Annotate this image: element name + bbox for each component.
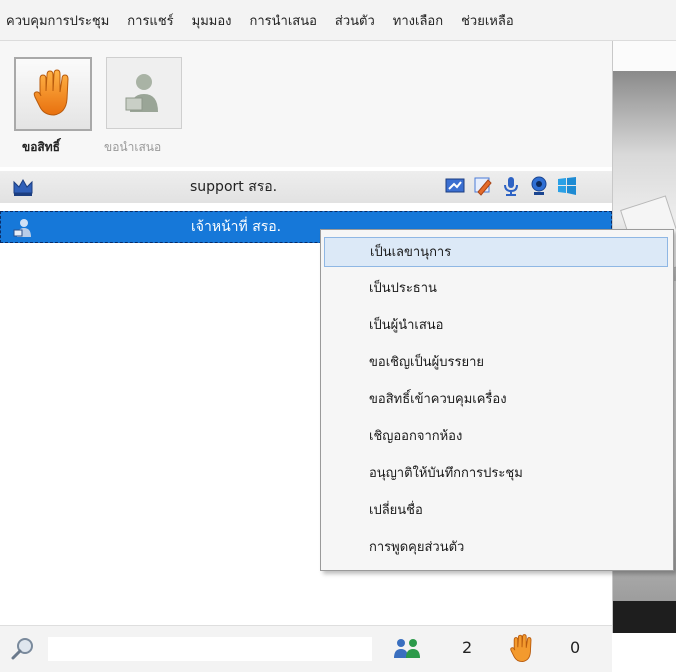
whiteboard-icon[interactable] bbox=[472, 175, 494, 197]
screen-share-icon[interactable] bbox=[444, 175, 466, 197]
participant-name: เจ้าหน้าที่ สรอ. bbox=[191, 219, 282, 235]
menubar: ควบคุมการประชุม การแชร์ มุมมอง การนำเสนอ… bbox=[0, 0, 676, 41]
search-input[interactable] bbox=[48, 637, 372, 661]
participant-context-menu: เป็นเลขานุการ เป็นประธาน เป็นผู้นำเสนอ ข… bbox=[320, 229, 674, 571]
menu-item-remove-from-room[interactable]: เชิญออกจากห้อง bbox=[324, 422, 668, 452]
menu-options[interactable]: ทางเลือก bbox=[384, 10, 452, 31]
menu-presentation[interactable]: การนำเสนอ bbox=[241, 10, 326, 31]
raise-hand-icon bbox=[33, 69, 69, 116]
menu-view[interactable]: มุมมอง bbox=[183, 10, 241, 31]
menu-item-invite-speaker[interactable]: ขอเชิญเป็นผู้บรรยาย bbox=[324, 348, 668, 378]
menu-help[interactable]: ช่วยเหลือ bbox=[452, 10, 523, 31]
menu-item-make-secretary[interactable]: เป็นเลขานุการ bbox=[324, 237, 668, 267]
raised-hands-icon bbox=[510, 634, 532, 663]
raise-hand-button[interactable] bbox=[14, 57, 92, 131]
search-icon[interactable] bbox=[10, 636, 36, 662]
raise-hand-label: ขอสิทธิ์ bbox=[22, 140, 60, 154]
microphone-icon[interactable] bbox=[500, 175, 522, 197]
request-present-button[interactable] bbox=[106, 57, 182, 129]
menu-conference-control[interactable]: ควบคุมการประชุม bbox=[0, 10, 118, 31]
menu-personal[interactable]: ส่วนตัว bbox=[326, 10, 384, 31]
raised-hand-count: 0 bbox=[570, 638, 581, 657]
menu-item-request-remote-control[interactable]: ขอสิทธิ์เข้าควบคุมเครื่อง bbox=[324, 385, 668, 415]
windows-os-icon bbox=[558, 177, 576, 195]
participant-row[interactable]: support สรอ. bbox=[0, 171, 612, 203]
request-present-label: ขอนำเสนอ bbox=[104, 140, 162, 154]
menu-item-rename[interactable]: เปลี่ยนชื่อ bbox=[324, 496, 668, 526]
menu-sharing[interactable]: การแชร์ bbox=[118, 10, 182, 31]
footer-bar: 2 0 bbox=[0, 625, 612, 672]
participant-count: 2 bbox=[462, 638, 473, 657]
participant-status-icons bbox=[444, 175, 578, 197]
menu-item-allow-recording[interactable]: อนุญาติให้บันทึกการประชุม bbox=[324, 459, 668, 489]
action-toolbar: ขอสิทธิ์ ขอนำเสนอ bbox=[0, 41, 612, 167]
presenter-icon bbox=[13, 219, 31, 237]
menu-item-private-chat[interactable]: การพูดคุยส่วนตัว bbox=[324, 533, 668, 563]
presenter-icon bbox=[125, 74, 158, 112]
video-bottom-strip bbox=[612, 601, 676, 633]
menu-item-make-chairman[interactable]: เป็นประธาน bbox=[324, 274, 668, 304]
video-top-strip bbox=[612, 41, 676, 71]
participant-name: support สรอ. bbox=[190, 179, 278, 195]
participants-count-icon bbox=[394, 639, 420, 658]
webcam-icon[interactable] bbox=[528, 175, 550, 197]
crown-icon bbox=[13, 178, 33, 196]
menu-item-make-presenter[interactable]: เป็นผู้นำเสนอ bbox=[324, 311, 668, 341]
